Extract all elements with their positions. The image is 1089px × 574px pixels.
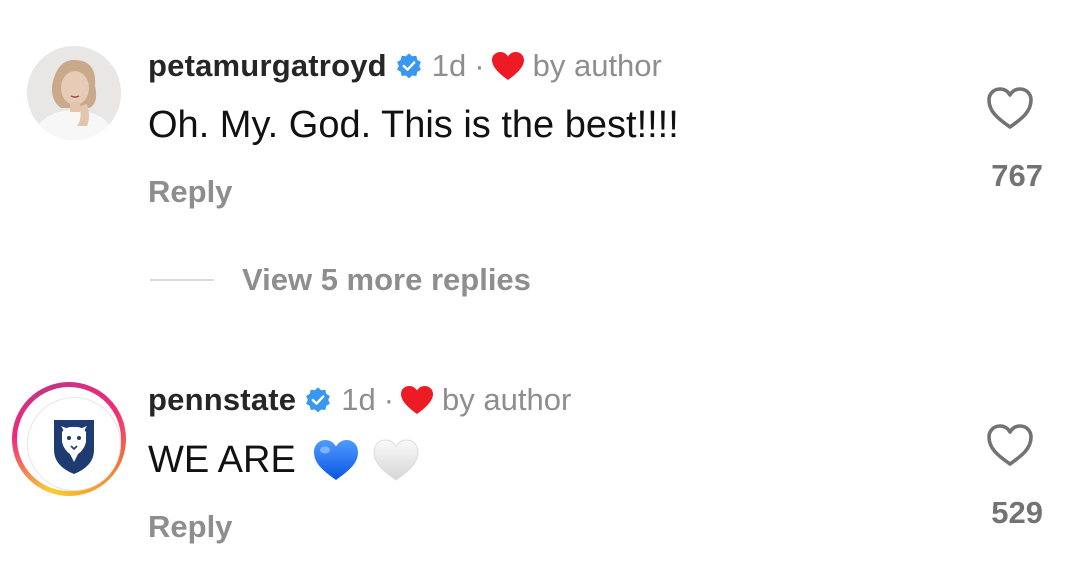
like-heart-icon[interactable]	[985, 85, 1035, 131]
timestamp: 1d	[341, 382, 376, 417]
white-heart-icon	[373, 439, 419, 481]
author-liked-heart-icon	[401, 386, 434, 414]
verified-badge-icon	[396, 53, 421, 79]
comment-text: Oh. My. God. This is the best!!!!	[148, 104, 679, 146]
author-liked-heart-icon	[491, 52, 524, 80]
separator: ·	[474, 48, 485, 83]
comment-meta: petamurgatroyd 1d · by author	[148, 48, 662, 84]
view-more-replies-label: View 5 more replies	[242, 262, 531, 297]
like-count: 767	[991, 158, 1043, 193]
view-more-replies-button[interactable]: View 5 more replies	[150, 262, 531, 298]
comment-item: petamurgatroyd 1d · by author Oh. My. Go…	[0, 0, 1089, 250]
username[interactable]: pennstate	[148, 382, 296, 418]
story-ring[interactable]	[12, 382, 126, 496]
comment-item: pennstate 1d · by author WE ARE Reply 52…	[0, 335, 1089, 574]
verified-badge-icon	[306, 387, 331, 413]
reply-button[interactable]: Reply	[148, 509, 232, 545]
timestamp: 1d	[431, 48, 467, 83]
blue-heart-icon	[313, 440, 358, 480]
separator: ·	[383, 382, 395, 417]
avatar[interactable]	[27, 46, 121, 140]
avatar[interactable]	[27, 397, 121, 491]
like-heart-icon[interactable]	[985, 422, 1035, 468]
comment-meta: pennstate 1d · by author	[148, 382, 571, 418]
comment-text-row: WE ARE	[148, 438, 420, 482]
username[interactable]: petamurgatroyd	[148, 48, 387, 84]
comment-text: WE ARE	[148, 438, 296, 481]
penn-state-logo-icon	[54, 420, 94, 474]
divider	[150, 279, 214, 281]
reply-button[interactable]: Reply	[148, 174, 232, 210]
liked-by-author-label: by author	[442, 382, 572, 417]
liked-by-author-label: by author	[532, 48, 662, 83]
like-count: 529	[991, 495, 1043, 530]
